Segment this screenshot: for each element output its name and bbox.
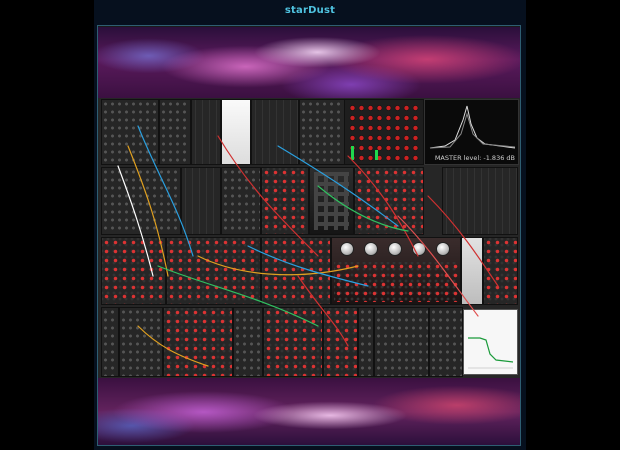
nebula-panel-bottom bbox=[98, 378, 520, 445]
window-title: starDust bbox=[284, 5, 336, 16]
module-rack[interactable]: MASTER level: -1.836 dB bbox=[97, 25, 521, 446]
